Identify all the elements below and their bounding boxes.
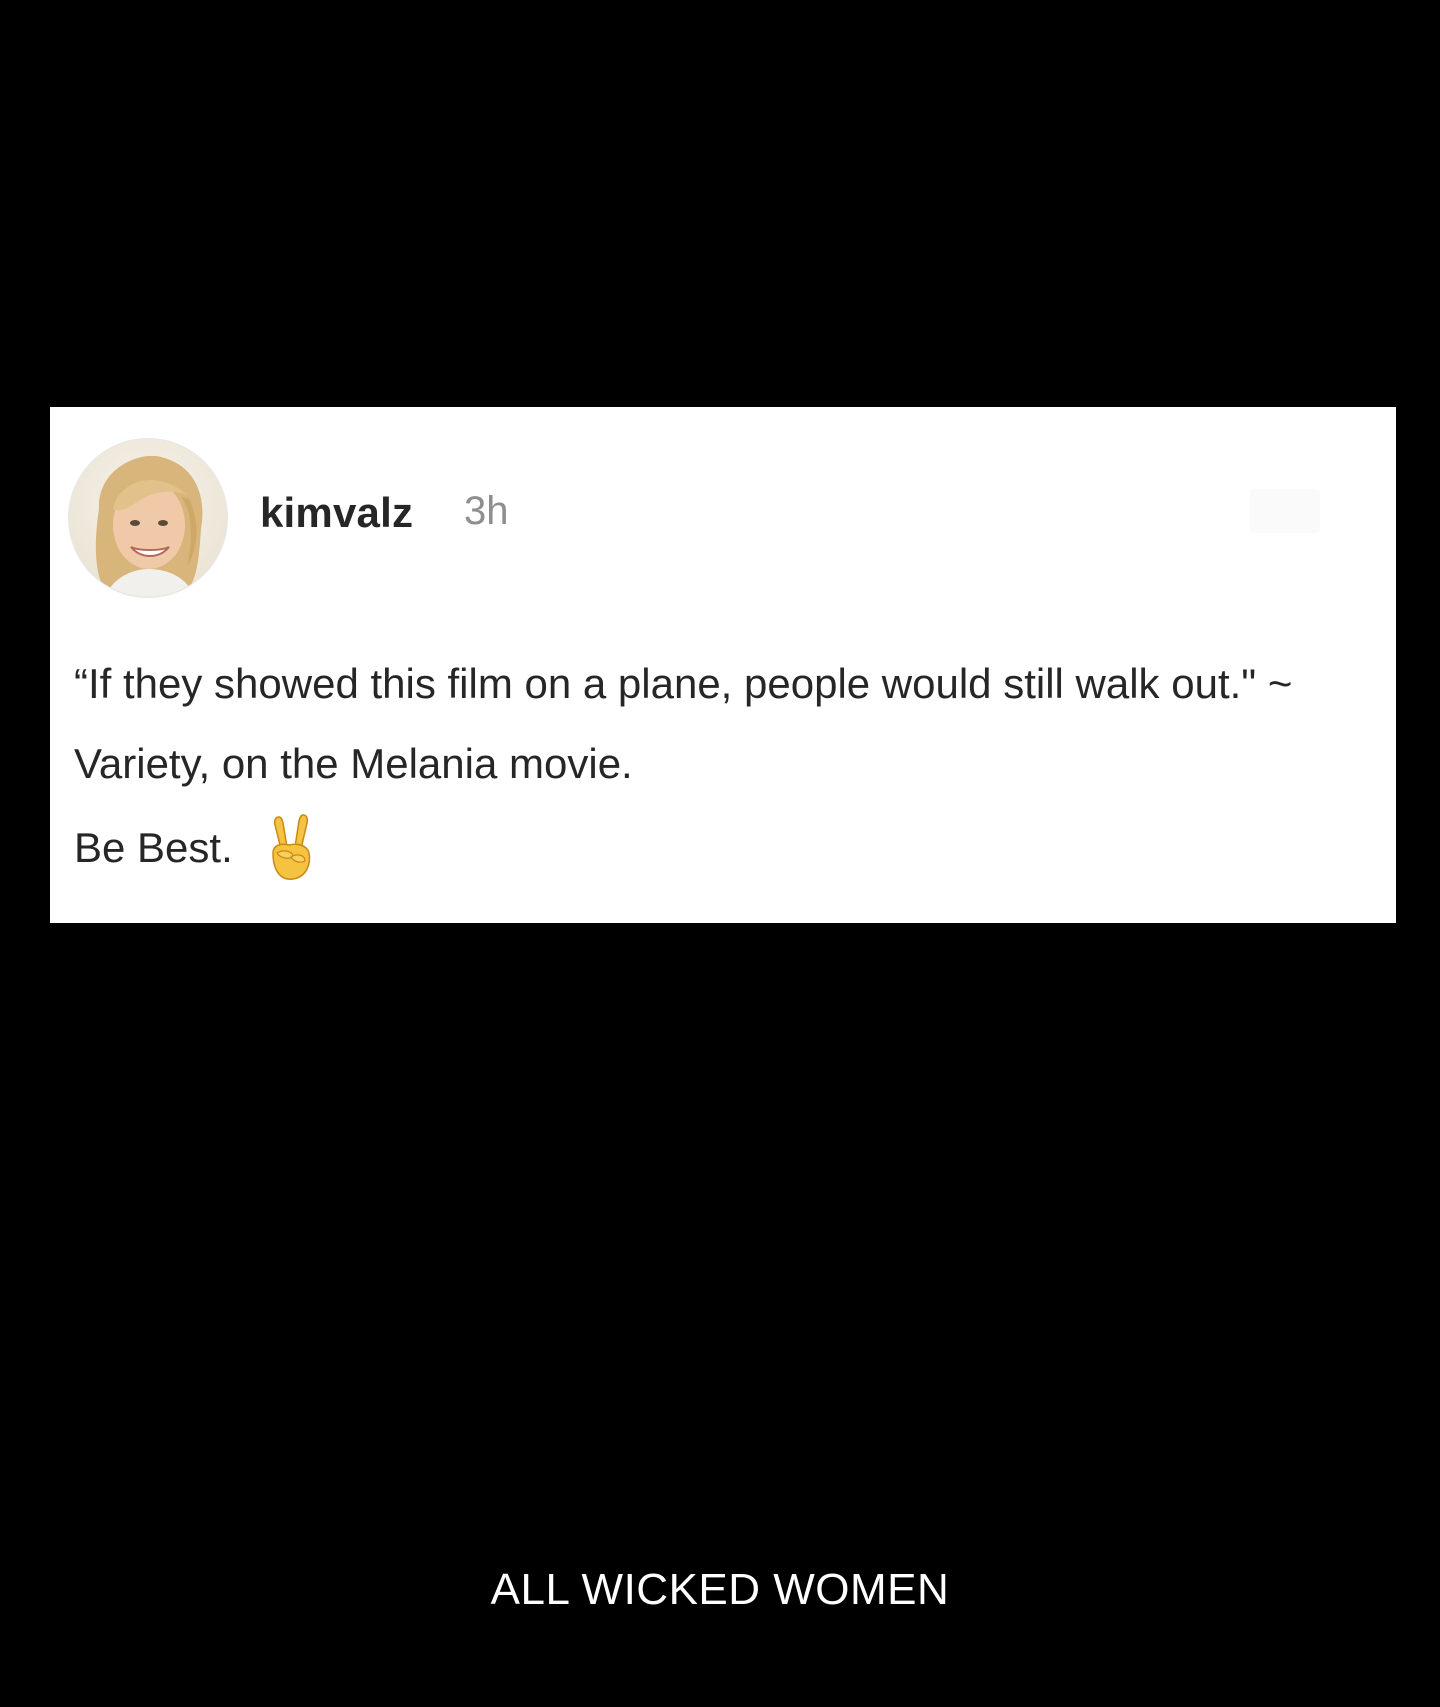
avatar[interactable] [69,439,227,597]
more-options-icon[interactable] [1250,489,1320,533]
username[interactable]: kimvalz [260,489,413,537]
footer-brand: ALL WICKED WOMEN [490,1565,950,1614]
post-timestamp: 3h [464,489,509,533]
sign-off-text: Be Best. [74,824,233,871]
victory-hand-icon [272,814,310,880]
post-card: kimvalz 3h “If they showed this film on … [50,407,1396,923]
post-body: “If they showed this film on a plane, pe… [74,660,1293,787]
post-sign-off: Be Best. [74,813,317,883]
profile-photo-icon [69,439,227,597]
